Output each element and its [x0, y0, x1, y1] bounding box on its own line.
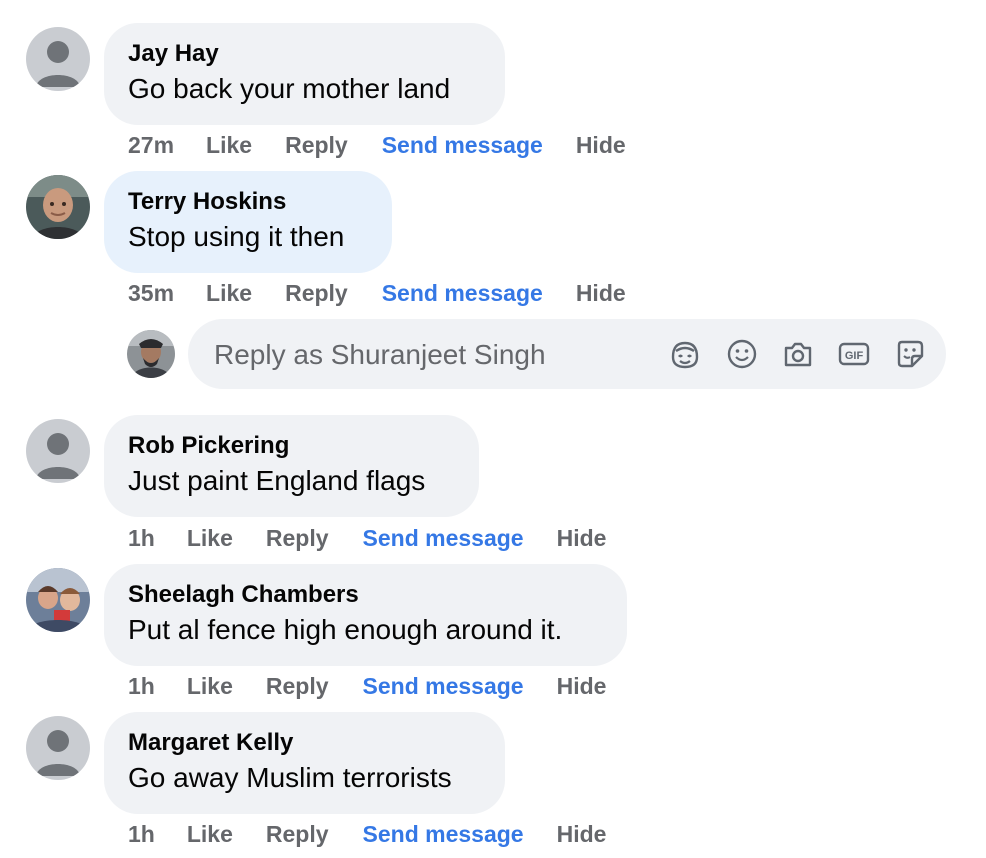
comment-timestamp[interactable]: 1h	[128, 673, 155, 700]
send-message-button[interactable]: Send message	[363, 525, 524, 552]
comment-author[interactable]: Sheelagh Chambers	[128, 580, 603, 610]
reply-input-box[interactable]: GIF	[188, 319, 946, 389]
gif-icon[interactable]: GIF	[837, 337, 871, 371]
like-button[interactable]: Like	[206, 280, 252, 307]
comment-actions: 1h Like Reply Send message Hide	[128, 821, 606, 848]
send-message-button[interactable]: Send message	[363, 821, 524, 848]
comment-text: Put al fence high enough around it.	[128, 614, 563, 645]
reply-button[interactable]: Reply	[266, 525, 329, 552]
comment-timestamp[interactable]: 35m	[128, 280, 174, 307]
send-message-button[interactable]: Send message	[363, 673, 524, 700]
default-avatar-icon[interactable]	[26, 27, 90, 91]
hide-button[interactable]: Hide	[557, 525, 607, 552]
comment-timestamp[interactable]: 1h	[128, 821, 155, 848]
reply-input[interactable]	[212, 332, 656, 378]
like-button[interactable]: Like	[206, 132, 252, 159]
hide-button[interactable]: Hide	[576, 280, 626, 307]
comment-actions: 35m Like Reply Send message Hide	[128, 280, 626, 307]
comment-text: Go back your mother land	[128, 73, 451, 104]
default-avatar-icon[interactable]	[26, 419, 90, 483]
comment-bubble: Margaret Kelly Go away Muslim terrorists	[104, 712, 505, 814]
profile-photo-avatar[interactable]	[26, 568, 90, 632]
like-button[interactable]: Like	[187, 821, 233, 848]
reply-composer: GIF	[0, 318, 986, 390]
comment-text: Just paint England flags	[128, 465, 426, 496]
comment-bubble: Jay Hay Go back your mother land	[104, 23, 505, 125]
profile-photo-avatar[interactable]	[26, 175, 90, 239]
sticker-icon[interactable]	[893, 337, 927, 371]
comment-timestamp[interactable]: 1h	[128, 525, 155, 552]
comment-bubble: Sheelagh Chambers Put al fence high enou…	[104, 564, 627, 666]
comment-text: Go away Muslim terrorists	[128, 762, 452, 793]
comment-author[interactable]: Jay Hay	[128, 39, 481, 69]
comment-bubble: Terry Hoskins Stop using it then	[104, 171, 392, 273]
comment-actions: 1h Like Reply Send message Hide	[128, 673, 606, 700]
avatar-sticker-icon[interactable]	[668, 337, 702, 371]
like-button[interactable]: Like	[187, 673, 233, 700]
reply-button[interactable]: Reply	[266, 821, 329, 848]
emoji-icon[interactable]	[725, 337, 759, 371]
reply-button[interactable]: Reply	[285, 280, 348, 307]
default-avatar-icon[interactable]	[26, 716, 90, 780]
like-button[interactable]: Like	[187, 525, 233, 552]
comment-author[interactable]: Terry Hoskins	[128, 187, 368, 217]
comment-text: Stop using it then	[128, 221, 345, 252]
reply-button[interactable]: Reply	[266, 673, 329, 700]
hide-button[interactable]: Hide	[557, 821, 607, 848]
comment-timestamp[interactable]: 27m	[128, 132, 174, 159]
svg-text:GIF: GIF	[845, 350, 864, 362]
reply-button[interactable]: Reply	[285, 132, 348, 159]
comment-bubble: Rob Pickering Just paint England flags	[104, 415, 479, 517]
send-message-button[interactable]: Send message	[382, 132, 543, 159]
comment-author[interactable]: Rob Pickering	[128, 431, 455, 461]
comment-thread: Jay Hay Go back your mother land 27m Lik…	[0, 0, 986, 858]
camera-icon[interactable]	[781, 337, 815, 371]
comment-actions: 27m Like Reply Send message Hide	[128, 132, 626, 159]
hide-button[interactable]: Hide	[557, 673, 607, 700]
send-message-button[interactable]: Send message	[382, 280, 543, 307]
current-user-avatar	[127, 330, 175, 378]
hide-button[interactable]: Hide	[576, 132, 626, 159]
comment-actions: 1h Like Reply Send message Hide	[128, 525, 606, 552]
comment-author[interactable]: Margaret Kelly	[128, 728, 481, 758]
